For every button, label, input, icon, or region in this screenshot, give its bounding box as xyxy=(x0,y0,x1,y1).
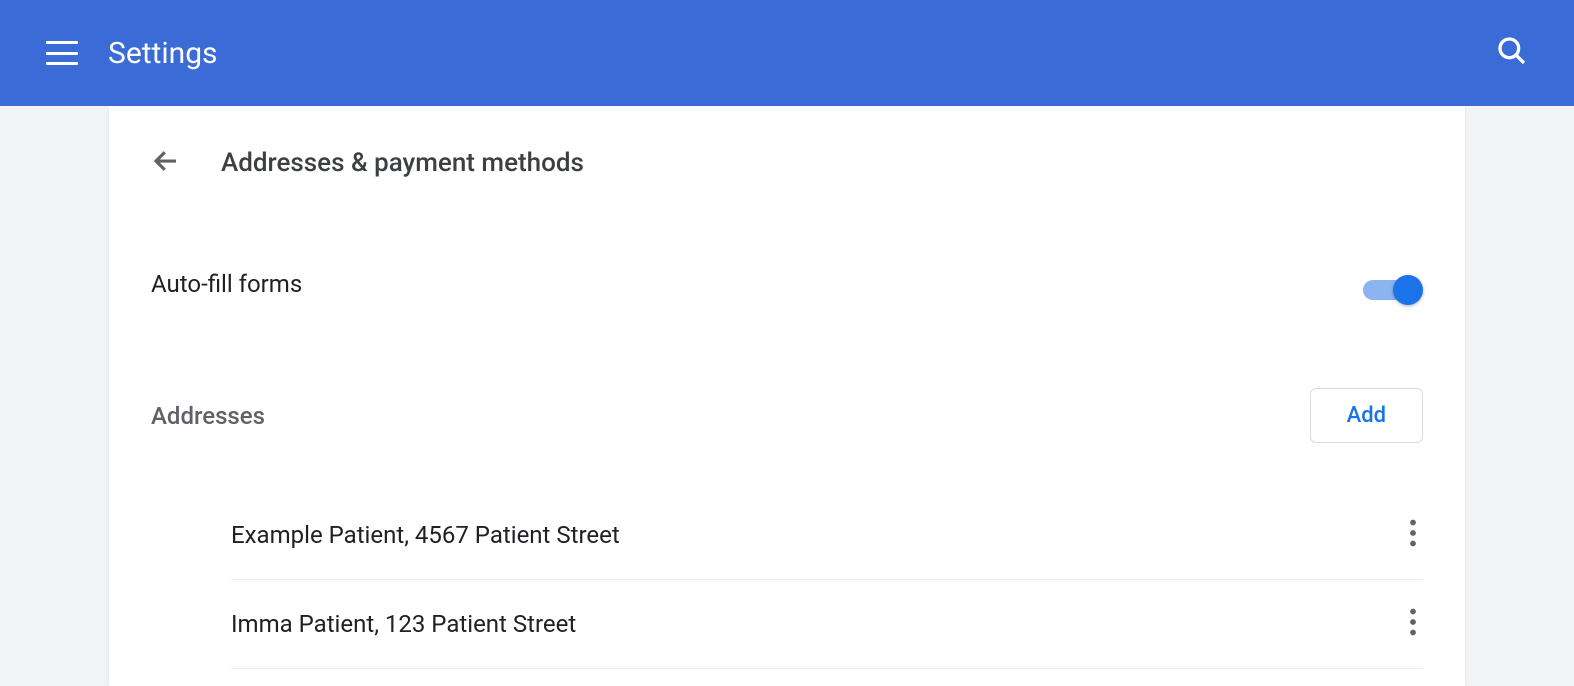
page-header: Addresses & payment methods xyxy=(151,146,1423,180)
address-text: Imma Patient, 123 Patient Street xyxy=(231,610,576,638)
address-text: Example Patient, 4567 Patient Street xyxy=(231,521,620,549)
page-title: Addresses & payment methods xyxy=(221,148,584,178)
app-header: Settings xyxy=(0,0,1574,106)
addresses-section-title: Addresses xyxy=(151,402,265,430)
address-list: Example Patient, 4567 Patient Street Imm… xyxy=(151,491,1423,669)
address-row[interactable]: Imma Patient, 123 Patient Street xyxy=(231,580,1423,669)
address-row[interactable]: Example Patient, 4567 Patient Street xyxy=(231,491,1423,580)
autofill-setting-row: Auto-fill forms xyxy=(151,270,1423,298)
back-arrow-icon[interactable] xyxy=(151,146,181,180)
content-card: Addresses & payment methods Auto-fill fo… xyxy=(109,106,1465,686)
addresses-section-header: Addresses Add xyxy=(151,388,1423,443)
more-vertical-icon[interactable] xyxy=(1409,608,1423,640)
menu-icon[interactable] xyxy=(46,41,78,65)
more-vertical-icon[interactable] xyxy=(1409,519,1423,551)
header-left: Settings xyxy=(46,36,218,71)
autofill-label: Auto-fill forms xyxy=(151,270,302,298)
add-address-button[interactable]: Add xyxy=(1310,388,1423,443)
autofill-toggle[interactable] xyxy=(1363,274,1423,294)
search-icon[interactable] xyxy=(1496,35,1528,71)
app-title: Settings xyxy=(108,36,218,71)
toggle-thumb xyxy=(1393,275,1423,305)
